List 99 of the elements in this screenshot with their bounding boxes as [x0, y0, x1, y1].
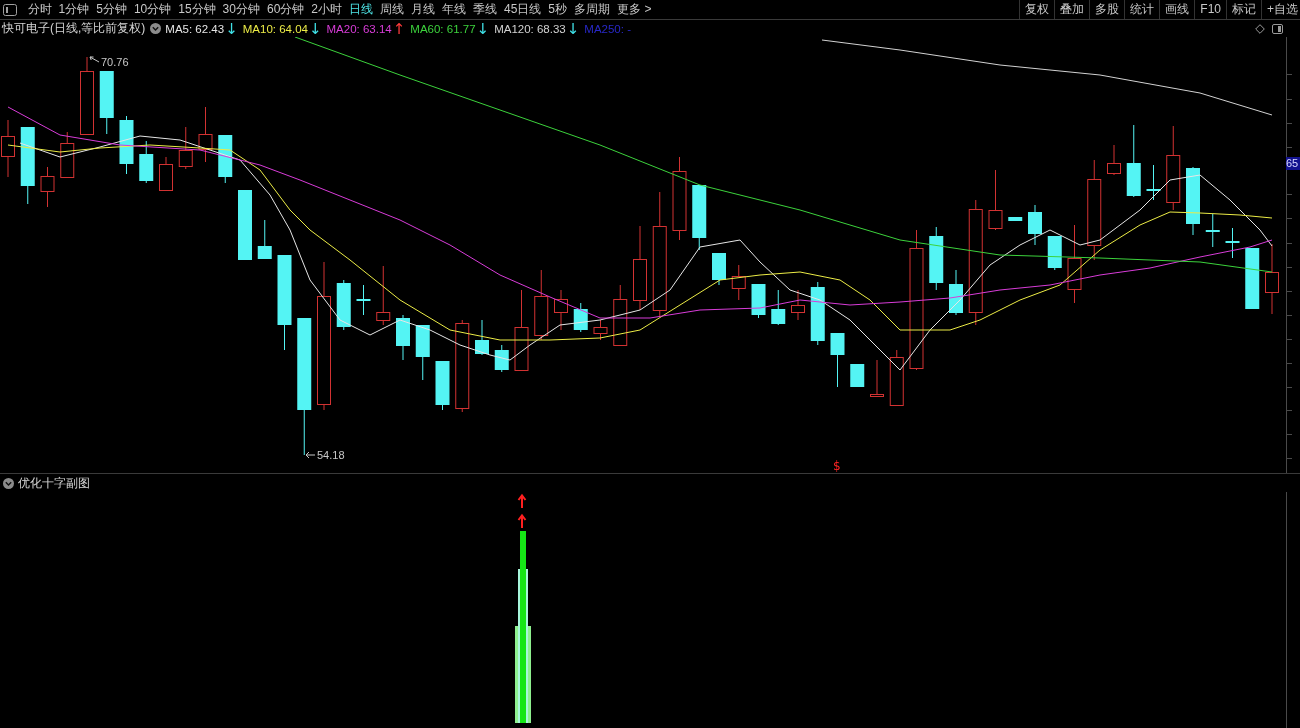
period-tab[interactable]: 更多 > [613, 0, 655, 19]
candlestick [593, 319, 608, 341]
candlestick [1146, 164, 1161, 201]
toolbar-button[interactable]: 叠加 [1054, 0, 1090, 19]
candlestick [929, 226, 944, 291]
candlestick [435, 360, 450, 411]
candlestick [554, 289, 568, 331]
period-tab[interactable]: 周线 [376, 0, 408, 19]
candlestick [475, 319, 489, 356]
candlestick [1, 119, 15, 178]
period-tab[interactable]: 30分钟 [219, 0, 264, 19]
candlestick [376, 265, 391, 326]
candlestick [396, 314, 410, 361]
period-tab[interactable]: 多周期 [570, 0, 614, 19]
toolbar-button[interactable]: 复权 [1019, 0, 1055, 19]
candlestick [198, 106, 213, 163]
candlestick [949, 269, 963, 316]
candlestick [159, 156, 173, 191]
candlestick [830, 332, 845, 388]
price-tag: 65 [1286, 157, 1300, 170]
period-tab[interactable]: 日线 [345, 0, 377, 19]
low-price-label: 54.18 [317, 449, 345, 461]
chevron-down-icon[interactable] [150, 23, 162, 34]
candlestick [731, 264, 746, 301]
toolbar-button[interactable]: 统计 [1124, 0, 1160, 19]
up-arrow-icon [517, 513, 527, 529]
candlestick [1205, 213, 1220, 248]
period-tab[interactable]: 5分钟 [92, 0, 131, 19]
candlestick [60, 131, 75, 178]
candlestick [613, 284, 628, 346]
candlestick [1028, 204, 1042, 246]
period-tab[interactable]: 10分钟 [130, 0, 175, 19]
panel-layout-icon[interactable] [3, 3, 17, 16]
candlestick [850, 363, 865, 388]
candlestick [356, 284, 371, 316]
period-tab[interactable]: 45日线 [500, 0, 545, 19]
candlestick [1245, 247, 1260, 310]
candlestick [692, 184, 707, 251]
candlestick [119, 115, 134, 175]
candlestick [810, 281, 825, 346]
candlestick [178, 126, 193, 170]
period-tab[interactable]: 分时 [24, 0, 55, 19]
candlestick [1225, 227, 1240, 259]
period-tab[interactable]: 60分钟 [263, 0, 308, 19]
candlestick [870, 359, 884, 398]
up-arrow-icon [517, 493, 527, 509]
indicator-title: 优化十字副图 [18, 474, 90, 492]
candlestick [889, 349, 904, 406]
period-tab[interactable]: 月线 [407, 0, 439, 19]
diamond-icon[interactable] [1255, 23, 1265, 34]
candlestick [751, 283, 766, 319]
period-tab[interactable]: 5秒 [544, 0, 571, 19]
period-tab[interactable]: 季线 [469, 0, 501, 19]
moving-average-value: MA120: 68.33 [494, 22, 566, 35]
candlestick [573, 302, 588, 333]
moving-average-value: MA10: 64.04 [242, 22, 308, 35]
candlestick [791, 289, 805, 321]
toolbar-button[interactable]: F10 [1194, 0, 1226, 19]
candlestick [534, 269, 549, 341]
trend-arrow: ↓ [476, 20, 490, 37]
moving-average-value: MA20: 63.14 [326, 22, 392, 35]
leader-arrow [305, 451, 316, 459]
trend-arrow: ↑ [392, 20, 406, 37]
candlestick [1047, 235, 1062, 271]
candlestick [1008, 216, 1023, 222]
moving-average-value: MA250: - [584, 22, 631, 35]
chart-title: 快可电子(日线,等比前复权) [2, 20, 146, 37]
period-tab[interactable]: 年线 [438, 0, 470, 19]
moving-average-value: MA60: 61.77 [410, 22, 476, 35]
high-price-label: 70.76 [101, 56, 129, 68]
period-tab[interactable]: 15分钟 [174, 0, 220, 19]
candlestick [99, 70, 114, 135]
toolbar-button[interactable]: 画线 [1159, 0, 1195, 19]
trend-arrow: ↓ [566, 20, 580, 37]
signal-marker: $ [833, 460, 841, 473]
candlestick [1265, 243, 1279, 315]
toolbar-button[interactable]: 多股 [1089, 0, 1125, 19]
trend-arrow: ↓ [225, 20, 238, 37]
candlestick [988, 169, 1003, 231]
toolbar-button[interactable]: +自选 [1261, 0, 1300, 19]
toolbar-button[interactable]: 标记 [1226, 0, 1261, 19]
candlestick [257, 219, 272, 260]
candlestick [40, 166, 55, 208]
period-tab[interactable]: 1分钟 [55, 0, 93, 19]
candlestick [1107, 144, 1121, 176]
candlestick [494, 344, 509, 373]
candlestick [771, 289, 786, 326]
candlestick [139, 140, 154, 184]
candlestick [415, 324, 430, 381]
candlestick [238, 189, 252, 261]
candlestick [336, 279, 351, 331]
candlestick [712, 252, 726, 286]
moving-average-value: MA5: 62.43 [165, 22, 225, 35]
candlestick [1186, 166, 1200, 236]
chevron-down-icon[interactable] [3, 477, 14, 489]
trend-arrow: ↓ [308, 20, 322, 37]
period-tab[interactable]: 2小时 [307, 0, 346, 19]
panel-layout-icon[interactable] [1272, 23, 1283, 34]
leader-arrow [89, 56, 100, 63]
